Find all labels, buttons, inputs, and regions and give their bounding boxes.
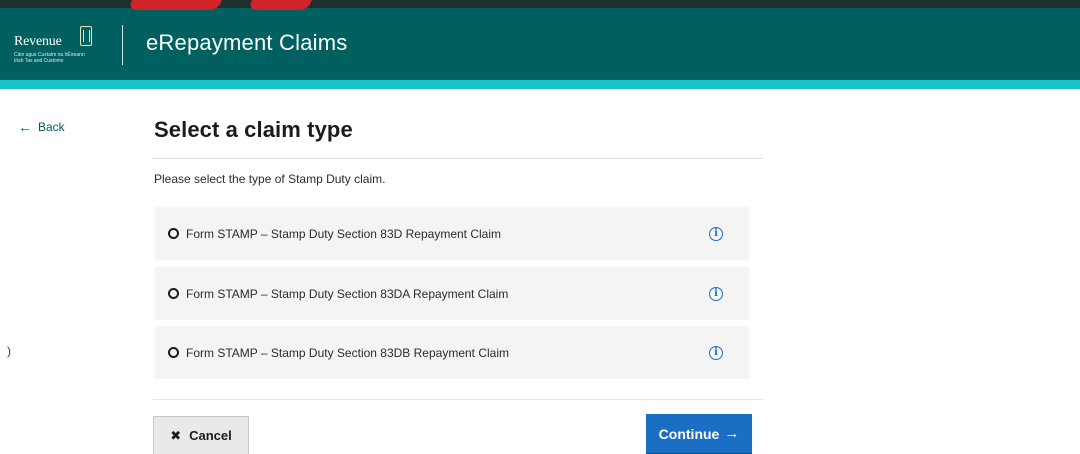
claim-option-label: Form STAMP – Stamp Duty Section 83DA Rep… (186, 286, 509, 301)
radio-button[interactable] (168, 288, 179, 299)
header-brand-swoosh (248, 0, 312, 10)
radio-button[interactable] (168, 347, 179, 358)
continue-label: Continue (658, 425, 720, 442)
header-brand-swoosh (128, 0, 222, 10)
header-accent-bar (0, 80, 1080, 89)
instruction-text: Please select the type of Stamp Duty cla… (154, 172, 386, 186)
cancel-button[interactable]: ✖ Cancel (153, 416, 249, 454)
claim-option-83d[interactable]: Form STAMP – Stamp Duty Section 83D Repa… (155, 207, 749, 260)
back-link[interactable]: ← Back (18, 120, 65, 134)
cancel-label: Cancel (189, 428, 232, 443)
header-divider (122, 25, 123, 65)
logo-subtext: Cáin agus Custaim na hÉireann Irish Tax … (14, 52, 85, 64)
logo-subtext-english: Irish Tax and Customs (14, 58, 64, 64)
edge-mark: ) (7, 344, 11, 358)
arrow-left-icon: ← (18, 119, 32, 135)
claim-option-83db[interactable]: Form STAMP – Stamp Duty Section 83DB Rep… (155, 326, 749, 379)
arrow-right-icon: → (724, 425, 740, 442)
site-header: Revenue Cáin agus Custaim na hÉireann Ir… (0, 0, 1080, 80)
back-label: Back (38, 120, 65, 134)
info-icon[interactable]: i (709, 226, 723, 241)
logo-wordmark: Revenue (14, 34, 62, 49)
info-icon[interactable]: i (709, 286, 723, 301)
harp-icon (80, 26, 92, 46)
continue-button[interactable]: Continue → (646, 414, 752, 454)
app-title: eRepayment Claims (146, 30, 348, 55)
page-title: Select a claim type (154, 117, 353, 142)
divider (153, 399, 763, 400)
close-icon: ✖ (170, 427, 182, 443)
claim-option-label: Form STAMP – Stamp Duty Section 83DB Rep… (186, 345, 510, 360)
revenue-logo[interactable]: Revenue Cáin agus Custaim na hÉireann Ir… (14, 26, 109, 66)
info-icon[interactable]: i (709, 345, 723, 360)
divider (153, 158, 763, 159)
claim-option-label: Form STAMP – Stamp Duty Section 83D Repa… (186, 226, 501, 241)
radio-button[interactable] (168, 228, 179, 239)
claim-option-83da[interactable]: Form STAMP – Stamp Duty Section 83DA Rep… (155, 267, 749, 320)
